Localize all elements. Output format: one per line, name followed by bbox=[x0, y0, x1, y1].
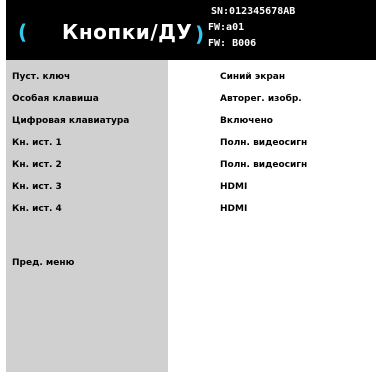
label-column: Пуст. ключ Особая клавиша Цифровая клави… bbox=[6, 60, 168, 372]
value-source-key-3[interactable]: HDMI bbox=[220, 182, 247, 192]
menu-title: Кнопки/ДУ bbox=[62, 20, 193, 44]
value-source-key-2[interactable]: Полн. видеосигн bbox=[220, 160, 307, 170]
firmware-b: FW: B006 bbox=[208, 38, 257, 49]
value-source-key-1[interactable]: Полн. видеосигн bbox=[220, 138, 307, 148]
osd-menu: ( Кнопки/ДУ ) SN:012345678AB FW:a01 FW: … bbox=[6, 0, 376, 372]
right-bracket-decoration: ) bbox=[195, 22, 205, 46]
device-info: SN:012345678AB FW:a01 FW: B006 bbox=[208, 4, 295, 52]
menu-item-numeric-keypad[interactable]: Цифровая клавиатура bbox=[12, 116, 129, 126]
value-column: Синий экран Авторег. изобр. Включено Пол… bbox=[168, 60, 376, 372]
value-source-key-4[interactable]: HDMI bbox=[220, 204, 247, 214]
firmware-a: FW:a01 bbox=[208, 22, 245, 33]
menu-item-special-key[interactable]: Особая клавиша bbox=[12, 94, 99, 104]
value-numeric-keypad[interactable]: Включено bbox=[220, 116, 273, 126]
menu-item-source-key-1[interactable]: Кн. ист. 1 bbox=[12, 138, 62, 148]
menu-item-blank-key[interactable]: Пуст. ключ bbox=[12, 72, 70, 82]
menu-item-source-key-2[interactable]: Кн. ист. 2 bbox=[12, 160, 62, 170]
left-bracket-decoration: ( bbox=[18, 20, 28, 44]
menu-item-source-key-3[interactable]: Кн. ист. 3 bbox=[12, 182, 62, 192]
menu-header: ( Кнопки/ДУ ) SN:012345678AB FW:a01 FW: … bbox=[6, 0, 376, 60]
value-special-key[interactable]: Авторег. изобр. bbox=[220, 94, 302, 104]
value-blank-key[interactable]: Синий экран bbox=[220, 72, 285, 82]
menu-item-source-key-4[interactable]: Кн. ист. 4 bbox=[12, 204, 62, 214]
serial-number: SN:012345678AB bbox=[211, 6, 296, 17]
menu-item-previous-menu[interactable]: Пред. меню bbox=[12, 258, 74, 268]
